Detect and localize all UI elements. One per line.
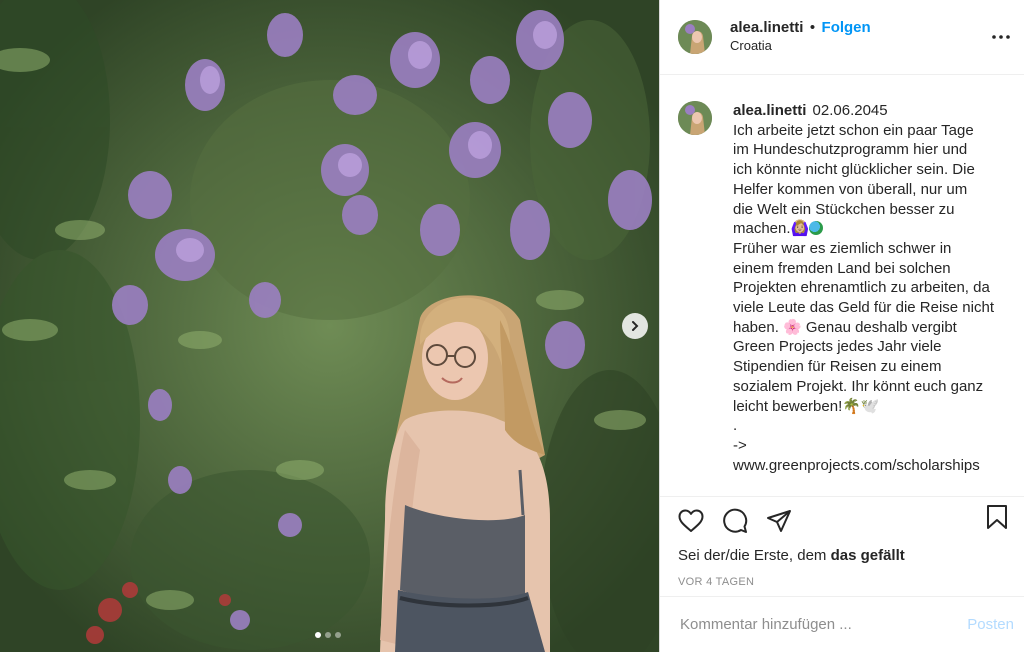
caption-line: haben. 🌸 Genau deshalb vergibt xyxy=(733,318,957,336)
username-link[interactable]: alea.linetti xyxy=(730,19,803,36)
carousel-dot xyxy=(335,632,341,638)
share-button[interactable] xyxy=(764,506,794,536)
caption-link[interactable]: www.greenprojects.com/scholarships xyxy=(733,456,1003,476)
caption-text: alea.linetti 02.06.2045 Ich arbeite jetz… xyxy=(733,101,1003,496)
caption-line: Green Projects jedes Jahr viele xyxy=(733,338,942,356)
caption-line: Früher war es ziemlich schwer in xyxy=(733,239,952,257)
more-dots-icon xyxy=(992,35,1010,39)
caption-date: 02.06.2045 xyxy=(812,102,888,119)
post-side-panel: alea.linetti • Folgen Croatia alea.linet… xyxy=(659,0,1024,652)
caption-line: -> xyxy=(733,436,747,454)
caption-area: alea.linetti 02.06.2045 Ich arbeite jetz… xyxy=(660,75,1024,496)
caption-line: Ich arbeite jetzt schon ein paar Tage xyxy=(733,121,974,139)
action-bar xyxy=(660,496,1024,544)
avatar-image xyxy=(678,20,712,54)
caption-line: im Hundeschutzprogramm hier und xyxy=(733,141,968,159)
post-comment-button[interactable]: Posten xyxy=(957,616,1014,633)
post-timestamp[interactable]: VOR 4 TAGEN xyxy=(660,568,1024,596)
caption-line: Stipendien für Reisen zu einem xyxy=(733,358,942,376)
likes-summary: Sei der/die Erste, dem das gefällt xyxy=(660,544,1024,568)
caption-avatar[interactable] xyxy=(678,101,712,135)
more-options-button[interactable] xyxy=(990,26,1012,48)
comment-bubble-icon xyxy=(723,508,748,533)
caption-line: machen.🙆🏼‍♀️ xyxy=(733,220,810,238)
caption-line: die Welt ein Stückchen besser zu xyxy=(733,200,955,218)
location-link[interactable]: Croatia xyxy=(730,37,871,55)
post-photo[interactable] xyxy=(0,0,659,652)
carousel-indicator xyxy=(315,632,341,638)
next-slide-button[interactable] xyxy=(622,313,648,339)
caption-username-link[interactable]: alea.linetti xyxy=(733,102,806,119)
avatar[interactable] xyxy=(678,20,712,54)
likes-link[interactable]: das gefällt xyxy=(831,547,905,564)
like-button[interactable] xyxy=(676,506,706,536)
heart-icon xyxy=(678,509,704,532)
caption-line-with-emoji: machen.🙆🏼‍♀️ xyxy=(733,219,1003,239)
post-photo-scene xyxy=(0,0,659,652)
caption-line: Projekten ehrenamtlich zu arbeiten, da xyxy=(733,279,990,297)
follow-button[interactable]: Folgen xyxy=(822,19,871,36)
avatar-image xyxy=(678,101,712,135)
caption-line: einem fremden Land bei solchen xyxy=(733,259,951,277)
header-names: alea.linetti • Folgen Croatia xyxy=(730,19,871,55)
comment-input[interactable] xyxy=(678,615,958,634)
caption-line: . xyxy=(733,417,738,435)
bookmark-icon xyxy=(987,505,1007,529)
save-button[interactable] xyxy=(982,502,1012,532)
comment-button[interactable] xyxy=(720,506,750,536)
chevron-right-icon xyxy=(632,321,639,331)
paper-plane-icon xyxy=(767,509,791,532)
carousel-dot-active xyxy=(315,632,321,638)
separator-dot: • xyxy=(809,19,816,36)
carousel-dot xyxy=(325,632,331,638)
caption-line: viele Leute das Geld für die Reise nicht xyxy=(733,299,994,317)
instagram-post: alea.linetti • Folgen Croatia alea.linet… xyxy=(0,0,1024,652)
caption-line: leicht bewerben!🌴🕊️ xyxy=(733,397,880,415)
globe-icon xyxy=(809,221,824,236)
caption-line: Helfer kommen von überall, nur um xyxy=(733,180,968,198)
caption-line: sozialem Projekt. Ihr könnt euch ganz xyxy=(733,377,984,395)
comment-form: Posten xyxy=(660,596,1024,652)
likes-prefix: Sei der/die Erste, dem xyxy=(678,547,831,564)
caption-line: ich könnte nicht glücklicher sein. Die xyxy=(733,161,975,179)
post-header: alea.linetti • Folgen Croatia xyxy=(660,0,1024,75)
